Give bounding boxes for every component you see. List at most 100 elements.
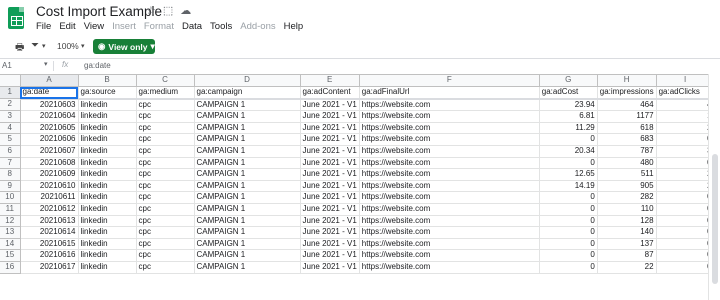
data-cell[interactable]: 20210612 — [20, 203, 79, 216]
data-cell[interactable]: linkedin — [78, 261, 137, 274]
data-cell[interactable]: linkedin — [78, 122, 137, 135]
data-cell[interactable]: linkedin — [78, 191, 137, 205]
select-all-corner[interactable] — [0, 75, 21, 88]
data-cell[interactable]: https://website.com — [359, 191, 540, 205]
data-cell[interactable]: 20.34 — [539, 145, 598, 158]
row-header[interactable]: 1 — [0, 86, 21, 100]
header-cell[interactable]: ga:source — [78, 86, 137, 100]
header-cell[interactable]: ga:impressions — [597, 86, 657, 100]
data-cell[interactable]: June 2021 - V1 — [300, 133, 360, 147]
cloud-status-icon[interactable]: ☁ — [180, 4, 191, 17]
data-cell[interactable]: 128 — [597, 215, 657, 228]
data-cell[interactable]: 0 — [656, 249, 715, 262]
sheets-logo-icon[interactable] — [8, 7, 24, 29]
data-cell[interactable]: linkedin — [78, 249, 137, 262]
data-cell[interactable]: cpc — [136, 157, 195, 170]
data-cell[interactable]: 22 — [597, 261, 657, 274]
data-cell[interactable]: 20210615 — [20, 238, 79, 251]
header-cell[interactable]: ga:campaign — [194, 86, 301, 100]
row-header[interactable]: 7 — [0, 157, 21, 170]
data-cell[interactable]: CAMPAIGN 1 — [194, 203, 301, 216]
filter-dropdown-icon[interactable]: ▾ — [42, 42, 46, 50]
star-icon[interactable]: ☆ — [146, 4, 156, 17]
filter-icon[interactable]: ⏷ — [31, 40, 39, 51]
row-header[interactable]: 13 — [0, 226, 21, 239]
data-cell[interactable]: CAMPAIGN 1 — [194, 145, 301, 158]
column-header-i[interactable]: I — [656, 75, 715, 88]
column-header-d[interactable]: D — [194, 75, 301, 88]
data-cell[interactable]: 0 — [539, 215, 598, 228]
data-cell[interactable]: June 2021 - V1 — [300, 110, 360, 123]
data-cell[interactable]: CAMPAIGN 1 — [194, 168, 301, 181]
data-cell[interactable]: 2 — [656, 168, 715, 181]
data-cell[interactable]: CAMPAIGN 1 — [194, 122, 301, 135]
data-cell[interactable]: 20210613 — [20, 215, 79, 228]
data-cell[interactable]: linkedin — [78, 238, 137, 251]
row-header[interactable]: 3 — [0, 110, 21, 123]
data-cell[interactable]: 20210617 — [20, 261, 79, 274]
row-header[interactable]: 10 — [0, 191, 21, 205]
data-cell[interactable]: https://website.com — [359, 110, 540, 123]
menu-data[interactable]: Data — [182, 21, 202, 32]
data-cell[interactable]: linkedin — [78, 180, 137, 193]
row-header[interactable]: 8 — [0, 168, 21, 181]
data-cell[interactable]: cpc — [136, 261, 195, 274]
data-cell[interactable]: 4 — [656, 98, 715, 112]
header-cell[interactable]: ga:adCost — [539, 86, 598, 100]
header-cell[interactable]: ga:adClicks — [656, 86, 715, 100]
data-cell[interactable]: 20210607 — [20, 145, 79, 158]
data-cell[interactable]: CAMPAIGN 1 — [194, 157, 301, 170]
data-cell[interactable]: cpc — [136, 249, 195, 262]
data-cell[interactable]: 110 — [597, 203, 657, 216]
data-cell[interactable]: cpc — [136, 122, 195, 135]
data-cell[interactable]: cpc — [136, 145, 195, 158]
data-cell[interactable]: June 2021 - V1 — [300, 238, 360, 251]
data-cell[interactable]: CAMPAIGN 1 — [194, 180, 301, 193]
data-cell[interactable]: 787 — [597, 145, 657, 158]
row-header[interactable]: 11 — [0, 203, 21, 216]
data-cell[interactable]: June 2021 - V1 — [300, 249, 360, 262]
data-cell[interactable]: https://website.com — [359, 98, 540, 112]
data-cell[interactable]: CAMPAIGN 1 — [194, 261, 301, 274]
row-header[interactable]: 4 — [0, 122, 21, 135]
data-cell[interactable]: 1177 — [597, 110, 657, 123]
data-cell[interactable]: 20210606 — [20, 133, 79, 147]
data-cell[interactable]: cpc — [136, 215, 195, 228]
data-cell[interactable]: CAMPAIGN 1 — [194, 98, 301, 112]
data-cell[interactable]: CAMPAIGN 1 — [194, 215, 301, 228]
data-cell[interactable]: 20210603 — [20, 98, 79, 112]
data-cell[interactable]: June 2021 - V1 — [300, 226, 360, 239]
data-cell[interactable]: CAMPAIGN 1 — [194, 249, 301, 262]
data-cell[interactable]: 905 — [597, 180, 657, 193]
data-cell[interactable]: CAMPAIGN 1 — [194, 238, 301, 251]
data-cell[interactable]: 14.19 — [539, 180, 598, 193]
header-cell[interactable]: ga:adFinalUrl — [359, 86, 540, 100]
column-header-h[interactable]: H — [597, 75, 657, 88]
data-cell[interactable]: 0 — [539, 203, 598, 216]
data-cell[interactable]: https://website.com — [359, 215, 540, 228]
row-header[interactable]: 15 — [0, 249, 21, 262]
data-cell[interactable]: https://website.com — [359, 226, 540, 239]
row-header[interactable]: 16 — [0, 261, 21, 274]
data-cell[interactable]: https://website.com — [359, 133, 540, 147]
header-cell[interactable]: ga:adContent — [300, 86, 360, 100]
data-cell[interactable]: June 2021 - V1 — [300, 157, 360, 170]
menu-help[interactable]: Help — [284, 21, 304, 32]
data-cell[interactable]: 480 — [597, 157, 657, 170]
data-cell[interactable]: 464 — [597, 98, 657, 112]
data-cell[interactable]: 20210608 — [20, 157, 79, 170]
data-cell[interactable]: linkedin — [78, 226, 137, 239]
menu-insert[interactable]: Insert — [112, 21, 136, 32]
data-cell[interactable]: 20210611 — [20, 191, 79, 205]
header-cell[interactable]: ga:medium — [136, 86, 195, 100]
column-header-b[interactable]: B — [78, 75, 137, 88]
data-cell[interactable]: cpc — [136, 133, 195, 147]
row-header[interactable]: 14 — [0, 238, 21, 251]
print-icon[interactable]: 🖶 — [15, 40, 24, 57]
data-cell[interactable]: linkedin — [78, 157, 137, 170]
data-cell[interactable]: linkedin — [78, 145, 137, 158]
data-cell[interactable]: 140 — [597, 226, 657, 239]
vertical-scrollbar[interactable] — [708, 74, 720, 300]
data-cell[interactable]: June 2021 - V1 — [300, 145, 360, 158]
data-cell[interactable]: 2 — [656, 122, 715, 135]
